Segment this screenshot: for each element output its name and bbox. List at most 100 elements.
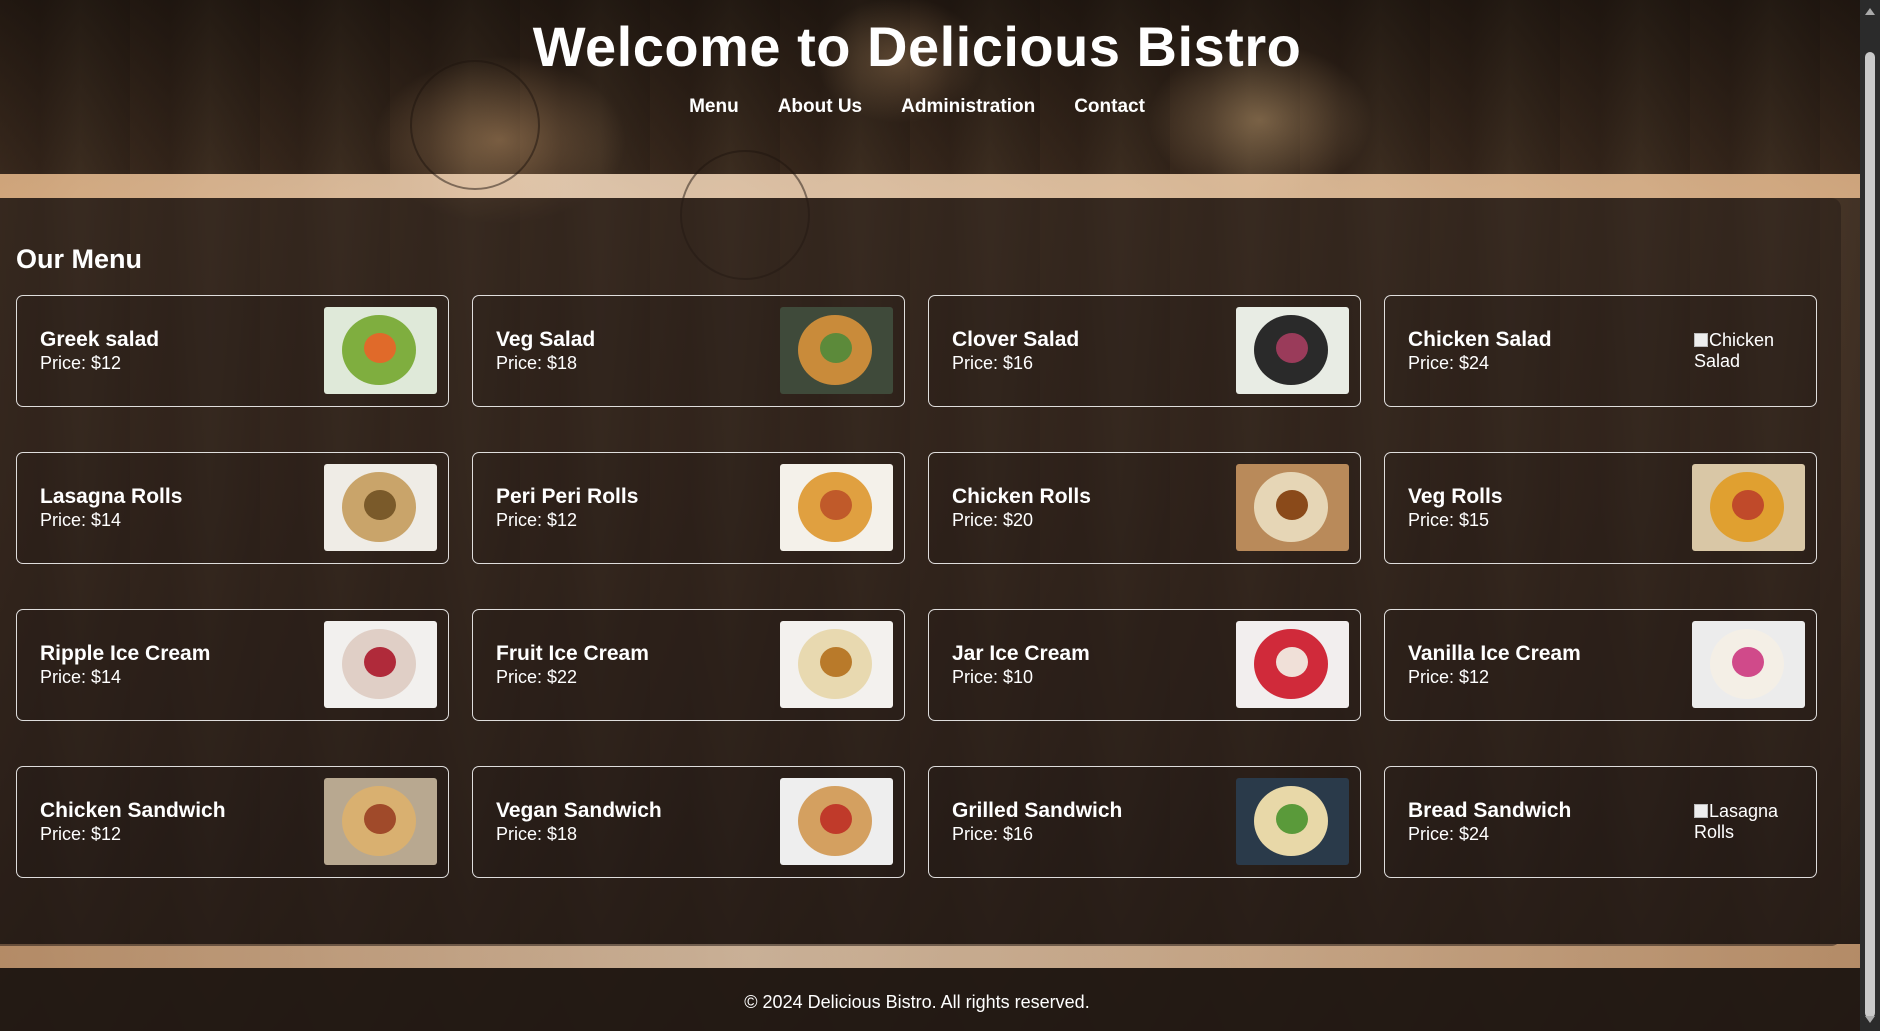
menu-item-name: Clover Salad [952,328,1080,351]
menu-item-price: Price: $14 [40,667,122,687]
food-detail-shape [364,804,396,834]
menu-item-price: Price: $12 [1408,667,1490,687]
scroll-up-arrow-icon[interactable] [1865,8,1875,15]
menu-item-card: Grilled Sandwich Price: $16 [928,766,1361,878]
menu-item-name: Peri Peri Rolls [496,485,639,508]
menu-item-price: Price: $22 [496,667,578,687]
menu-item-name: Veg Salad [496,328,596,351]
food-detail-shape [1276,490,1308,520]
menu-item-card: Vegan Sandwich Price: $18 [472,766,905,878]
food-detail-shape [364,333,396,363]
menu-item-name: Jar Ice Cream [952,642,1090,665]
menu-item-card: Clover Salad Price: $16 [928,295,1361,407]
main-nav: Menu About Us Administration Contact [0,96,1834,118]
ripple-ice-cream-image [324,621,437,708]
menu-item-price: Price: $24 [1408,353,1490,373]
chicken-sandwich-image [324,778,437,865]
menu-item-name: Chicken Rolls [952,485,1091,508]
menu-item-info: Ripple Ice Cream Price: $14 [40,642,210,688]
food-detail-shape [1732,490,1764,520]
menu-item-info: Vegan Sandwich Price: $18 [496,799,662,845]
vanilla-ice-cream-image [1692,621,1805,708]
menu-item-price: Price: $20 [952,510,1034,530]
menu-item-info: Grilled Sandwich Price: $16 [952,799,1122,845]
menu-item-price: Price: $12 [496,510,578,530]
menu-item-name: Lasagna Rolls [40,485,183,508]
menu-item-info: Greek salad Price: $12 [40,328,159,374]
chicken-rolls-image [1236,464,1349,551]
menu-item-card: Veg Rolls Price: $15 [1384,452,1817,564]
food-detail-shape [364,490,396,520]
broken-image-alt: Lasagna Rolls [1694,801,1784,843]
nav-menu-link[interactable]: Menu [689,96,739,118]
food-detail-shape [820,333,852,363]
menu-item-info: Veg Salad Price: $18 [496,328,595,374]
menu-item-price: Price: $15 [1408,510,1490,530]
background-light-band [0,944,1880,968]
site-title: Welcome to Delicious Bistro [532,15,1302,78]
menu-item-card: Jar Ice Cream Price: $10 [928,609,1361,721]
jar-ice-cream-image [1236,621,1349,708]
food-detail-shape [820,804,852,834]
menu-item-info: Chicken Rolls Price: $20 [952,485,1091,531]
menu-item-name: Bread Sandwich [1408,799,1572,822]
menu-item-price: Price: $16 [952,824,1034,844]
veg-rolls-image [1692,464,1805,551]
scroll-down-arrow-icon[interactable] [1865,1016,1875,1023]
clover-salad-image [1236,307,1349,394]
menu-item-card: Vanilla Ice Cream Price: $12 [1384,609,1817,721]
menu-item-price: Price: $12 [40,353,122,373]
food-detail-shape [1276,333,1308,363]
food-detail-shape [1276,647,1308,677]
site-footer: © 2024 Delicious Bistro. All rights rese… [0,968,1860,1031]
menu-item-price: Price: $16 [952,353,1034,373]
menu-item-info: Vanilla Ice Cream Price: $12 [1408,642,1581,688]
menu-item-card: Ripple Ice Cream Price: $14 [16,609,449,721]
broken-image-alt: Chicken Salad [1694,330,1784,372]
site-header: Welcome to Delicious Bistro Menu About U… [0,0,1860,170]
broken-image-icon [1694,804,1708,818]
greek-salad-image [324,307,437,394]
peri-peri-rolls-image [780,464,893,551]
lasagna-rolls-image [324,464,437,551]
menu-item-card: Chicken Salad Price: $24 Chicken Salad [1384,295,1817,407]
footer-copyright: © 2024 Delicious Bistro. All rights rese… [744,992,1090,1012]
food-detail-shape [820,490,852,520]
menu-item-price: Price: $10 [952,667,1034,687]
menu-item-card: Chicken Rolls Price: $20 [928,452,1361,564]
veg-salad-image [780,307,893,394]
menu-item-card: Veg Salad Price: $18 [472,295,905,407]
nav-about-link[interactable]: About Us [778,96,862,118]
nav-contact-link[interactable]: Contact [1074,96,1145,118]
grilled-sandwich-image [1236,778,1349,865]
menu-item-card: Chicken Sandwich Price: $12 [16,766,449,878]
menu-item-price: Price: $18 [496,824,578,844]
menu-item-info: Jar Ice Cream Price: $10 [952,642,1090,688]
menu-item-name: Vegan Sandwich [496,799,662,822]
menu-item-info: Peri Peri Rolls Price: $12 [496,485,638,531]
menu-item-price: Price: $24 [1408,824,1490,844]
vegan-sandwich-image [780,778,893,865]
menu-item-price: Price: $18 [496,353,578,373]
menu-item-card: Lasagna Rolls Price: $14 [16,452,449,564]
food-detail-shape [1732,647,1764,677]
menu-item-card: Bread Sandwich Price: $24 Lasagna Rolls [1384,766,1817,878]
nav-administration-link[interactable]: Administration [901,96,1035,118]
menu-item-card: Peri Peri Rolls Price: $12 [472,452,905,564]
menu-item-card: Fruit Ice Cream Price: $22 [472,609,905,721]
menu-item-info: Veg Rolls Price: $15 [1408,485,1503,531]
menu-item-name: Chicken Sandwich [40,799,226,822]
menu-item-info: Clover Salad Price: $16 [952,328,1079,374]
background-light-band [0,174,1880,198]
menu-item-info: Bread Sandwich Price: $24 [1408,799,1571,845]
page-scrollbar[interactable] [1860,0,1880,1031]
fruit-ice-cream-image [780,621,893,708]
menu-item-name: Grilled Sandwich [952,799,1123,822]
menu-item-name: Chicken Salad [1408,328,1552,351]
menu-item-info: Chicken Salad Price: $24 [1408,328,1552,374]
scrollbar-thumb[interactable] [1865,52,1875,1018]
food-detail-shape [820,647,852,677]
menu-item-name: Vanilla Ice Cream [1408,642,1581,665]
food-detail-shape [1276,804,1308,834]
broken-image-icon [1694,333,1708,347]
